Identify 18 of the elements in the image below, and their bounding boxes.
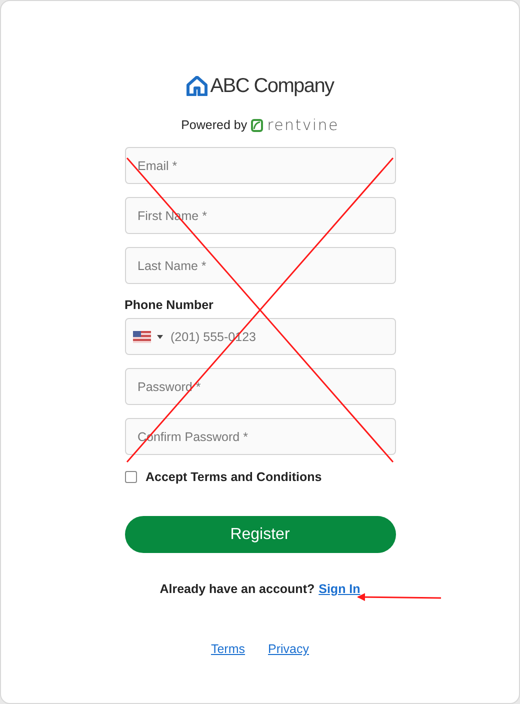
signin-prompt: Already have an account? [160,582,315,596]
powered-by-label: Powered by [181,118,248,132]
footer-link[interactable]: Privacy [268,642,309,656]
input-field[interactable]: Last Name * [124,247,396,284]
footer-link[interactable]: Terms [210,642,246,656]
flag-icon [132,330,150,342]
input-field[interactable]: Email * [124,147,396,184]
input-field[interactable]: Password * [124,368,396,405]
caret-icon [156,334,162,338]
brand-name: rentvine [267,116,339,134]
checkbox-label: Accept Terms and Conditions [146,470,322,484]
company-name: ABC Company [210,74,334,98]
leaf-icon [251,118,264,132]
field-label: Phone Number [124,298,214,312]
register-button[interactable]: Register [124,516,396,553]
house-icon [186,76,208,96]
checkbox[interactable] [124,471,136,483]
sign-in-link[interactable]: Sign In [318,582,360,596]
